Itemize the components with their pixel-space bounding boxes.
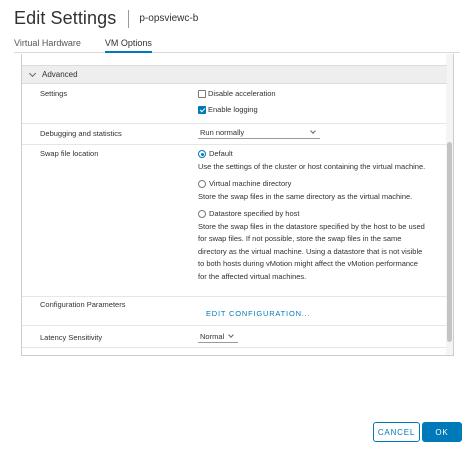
swap-default-desc: Use the settings of the cluster or host …	[198, 161, 425, 173]
desc-line: directory as the virtual machine. Using …	[198, 246, 423, 256]
config-params-label: Configuration Parameters	[40, 300, 126, 309]
radio-selected-icon	[198, 150, 206, 159]
chevron-down-icon	[311, 129, 316, 134]
radio-unselected-icon	[198, 210, 206, 219]
scrollbar-track[interactable]	[446, 54, 453, 355]
title-divider	[128, 9, 130, 28]
section-title: Advanced	[42, 70, 78, 79]
desc-line: Store the swap files in the same directo…	[198, 192, 413, 201]
debugging-select-value: Run normally	[200, 128, 245, 137]
latency-select-value: Normal	[200, 332, 225, 341]
dialog-header: Edit Settings p-opsviewc-b	[14, 8, 198, 29]
swap-file-row: Swap file location Default Use the setti…	[22, 145, 447, 297]
enable-logging-checkbox[interactable]: Enable logging	[198, 105, 258, 114]
desc-line: Use the settings of the cluster or host …	[198, 162, 426, 171]
swap-vm-directory-radio[interactable]: Virtual machine directory	[198, 178, 291, 190]
swap-datastore-desc: Store the swap files in the datastore sp…	[198, 221, 425, 283]
desc-line: Store the swap files in the datastore sp…	[198, 222, 425, 231]
checkbox-checked-icon	[198, 105, 206, 114]
desc-line: for swap files. If not possible, store t…	[198, 234, 402, 244]
checkbox-unchecked-icon	[198, 89, 206, 98]
tab-bar: Virtual Hardware VM Options	[14, 36, 460, 53]
settings-label: Settings	[40, 89, 68, 98]
swap-datastore-label: Datastore specified by host	[209, 209, 300, 218]
latency-label: Latency Sensitivity	[40, 333, 103, 342]
disable-acceleration-checkbox[interactable]: Disable acceleration	[198, 89, 276, 98]
desc-line: for the affected virtual machines.	[198, 271, 307, 281]
swap-vm-directory-desc: Store the swap files in the same directo…	[198, 191, 412, 203]
latency-select[interactable]: Normal	[198, 331, 238, 343]
debugging-label: Debugging and statistics	[40, 129, 122, 138]
swap-vm-directory-label: Virtual machine directory	[209, 179, 292, 188]
debugging-select[interactable]: Run normally	[198, 127, 320, 139]
radio-unselected-icon	[198, 180, 206, 189]
vm-name: p-opsviewc-b	[139, 13, 199, 24]
swap-default-label: Default	[209, 149, 233, 158]
cancel-button[interactable]: CANCEL	[373, 422, 420, 442]
advanced-section-header[interactable]: Advanced	[22, 65, 447, 84]
disable-acceleration-label: Disable acceleration	[208, 89, 276, 98]
enable-logging-label: Enable logging	[208, 105, 258, 114]
desc-line: to both hosts during vMotion might affec…	[198, 259, 418, 269]
tab-virtual-hardware[interactable]: Virtual Hardware	[14, 36, 81, 53]
chevron-down-icon	[229, 333, 234, 338]
swap-file-label: Swap file location	[40, 149, 99, 158]
scrollbar-thumb[interactable]	[447, 142, 452, 342]
settings-row: Settings Disable acceleration Enable log…	[22, 84, 447, 124]
edit-configuration-button[interactable]: EDIT CONFIGURATION...	[206, 309, 310, 318]
debugging-row: Debugging and statistics Run normally	[22, 124, 447, 145]
swap-datastore-radio[interactable]: Datastore specified by host	[198, 208, 299, 220]
swap-default-radio[interactable]: Default	[198, 148, 233, 160]
chevron-down-icon	[28, 70, 38, 80]
dialog-title: Edit Settings	[14, 8, 117, 28]
ok-button[interactable]: OK	[422, 422, 462, 442]
tab-vm-options[interactable]: VM Options	[104, 36, 152, 53]
config-params-row: Configuration Parameters EDIT CONFIGURAT…	[22, 297, 447, 326]
latency-row: Latency Sensitivity Normal	[22, 326, 447, 348]
vm-options-panel: Advanced Settings Disable acceleration E…	[21, 54, 454, 356]
